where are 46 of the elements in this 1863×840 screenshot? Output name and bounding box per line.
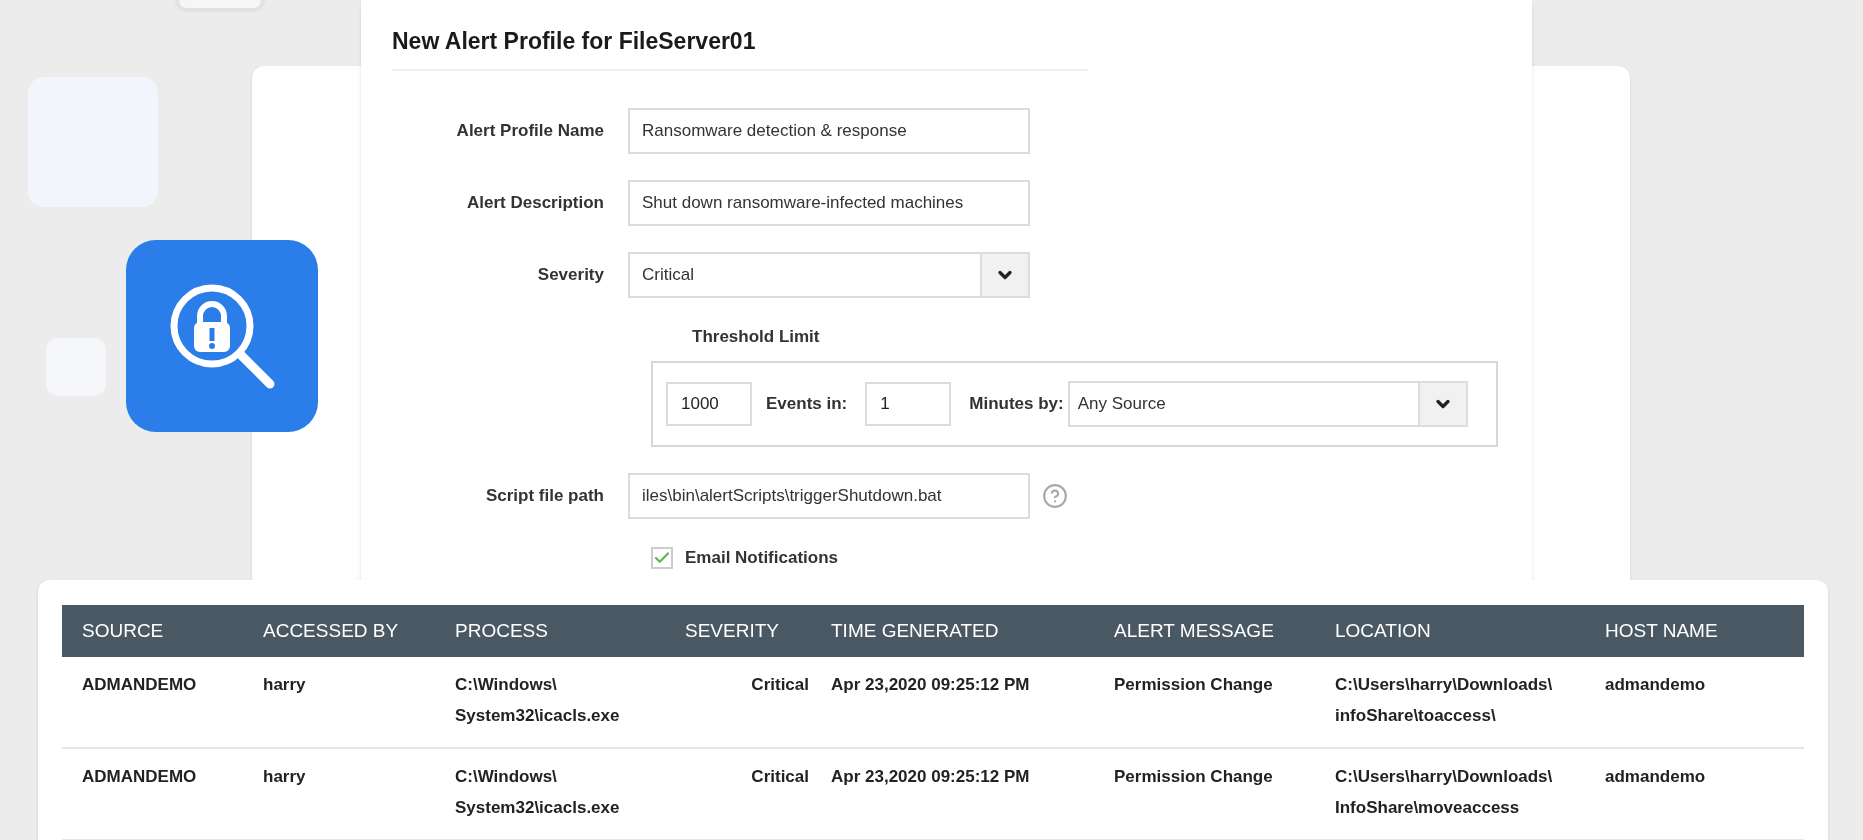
table-cell-text: Critical [751,766,810,788]
field-label: Script file path [484,485,605,508]
events-label: Events in: [766,393,848,416]
table-cell-text: C:\Windows\ System32\icacls.exe [455,674,620,727]
column-header: PROCESS [455,618,548,643]
table-cell-text: harry [263,766,306,788]
column-header: TIME GENERATED [831,618,999,643]
minutes-field[interactable]: 1 [865,382,952,426]
column-header: ALERT MESSAGE [1114,618,1274,643]
table-cell-text: Permission Change [1114,674,1273,696]
table-cell-text: admandemo [1605,674,1706,696]
table-cell-text: harry [263,674,306,696]
chevron-down-icon [980,253,1028,296]
field-label: Severity [536,263,605,286]
minutes-label: Minutes by: [969,393,1064,416]
column-header: LOCATION [1335,618,1431,643]
field-label: Alert Profile Name [455,119,605,142]
email-label: Email Notifications [685,547,839,569]
table-cell-text: Permission Change [1114,766,1273,788]
table-cell-text: C:\Users\harry\Downloads\ infoShare\toaccess\ [1335,674,1553,727]
source-dropdown[interactable]: Any Source [1067,381,1468,427]
table-cell-text: admandemo [1605,766,1706,788]
column-header: SEVERITY [685,618,779,643]
severity-dropdown[interactable]: Critical [628,251,1030,298]
text-field[interactable]: Shut down ransomware-infected machines [628,179,1030,226]
field-label: Alert Description [466,191,605,214]
chevron-down-icon [1417,383,1466,425]
column-header: HOST NAME [1605,618,1718,643]
column-header: SOURCE [82,618,164,643]
table-cell-text: ADMANDEMO [82,766,197,788]
threshold-label: Threshold Limit [692,325,821,348]
help-icon[interactable] [1042,483,1068,509]
text-field[interactable]: Ransomware detection & response [628,107,1030,154]
email-checkbox[interactable] [651,546,673,569]
table-cell-text: Apr 23,2020 09:25:12 PM [831,766,1030,788]
script-path-field[interactable]: iles\bin\alertScripts\triggerShutdown.bat [628,473,1030,519]
table-cell-text: ADMANDEMO [82,674,197,696]
dropdown-value: Critical [641,263,695,286]
form-title: New Alert Profile for FileServer01 [392,24,1088,71]
table-cell-text: C:\Windows\ System32\icacls.exe [455,766,620,819]
dropdown-value: Any Source [1076,393,1167,416]
column-header: ACCESSED BY [263,618,399,643]
count-field[interactable]: 1000 [666,382,752,426]
table-cell-text: Apr 23,2020 09:25:12 PM [831,674,1030,696]
table-cell-text: Critical [751,674,810,696]
table-cell-text: C:\Users\harry\Downloads\ InfoShare\moveaccess [1335,766,1553,819]
